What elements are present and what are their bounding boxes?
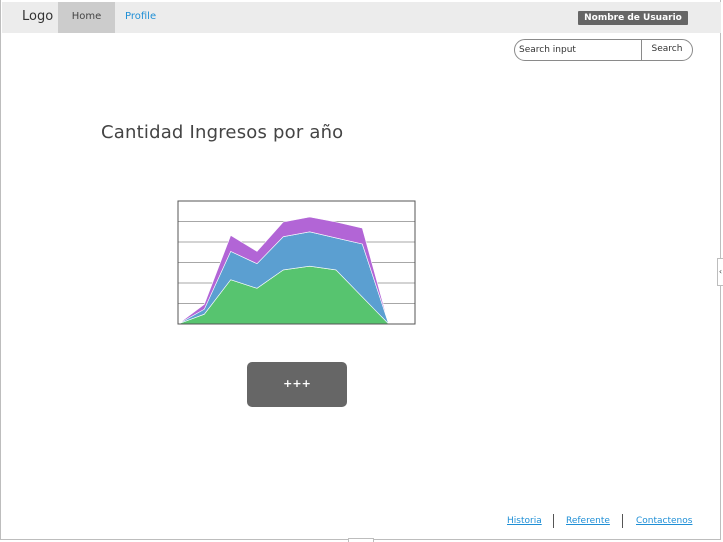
income-area-chart [177, 200, 416, 325]
page-title: Cantidad Ingresos por año [101, 122, 344, 143]
user-menu-button[interactable]: Nombre de Usuario [578, 11, 688, 25]
footer-link-contactenos[interactable]: Contactenos [636, 516, 692, 526]
search-button[interactable]: Search [641, 40, 692, 60]
footer-link-historia[interactable]: Historia [507, 516, 542, 526]
side-panel-handle[interactable]: ‹ [717, 258, 723, 286]
chart-areas [177, 216, 415, 325]
bottom-panel-handle[interactable] [348, 538, 374, 542]
footer-divider [553, 514, 554, 528]
nav-tab-home[interactable]: Home [58, 2, 115, 33]
more-button[interactable]: +++ [247, 362, 347, 407]
search-input[interactable] [515, 40, 641, 60]
footer-divider [622, 514, 623, 528]
search-bar: Search [514, 39, 693, 61]
logo: Logo [22, 9, 54, 24]
nav-link-profile[interactable]: Profile [125, 11, 156, 22]
footer-link-referente[interactable]: Referente [566, 516, 610, 526]
